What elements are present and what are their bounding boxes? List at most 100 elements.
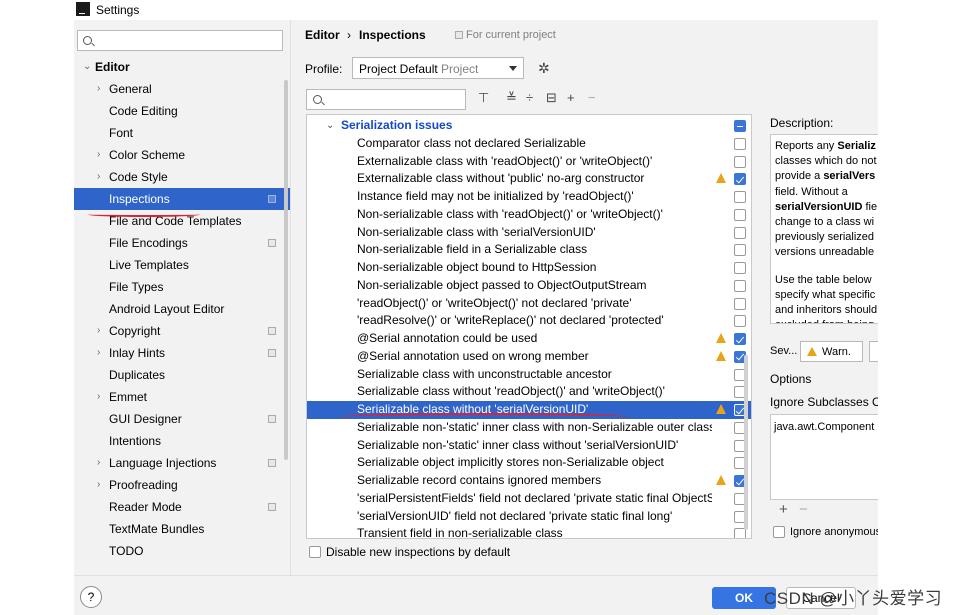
inspection-row[interactable]: 'serialPersistentFields' field not decla…	[307, 490, 751, 508]
chevron-right-icon[interactable]: ›	[97, 342, 100, 364]
sidebar-item-gui-designer[interactable]: GUI Designer	[74, 408, 290, 430]
inspection-row[interactable]: Non-serializable object bound to HttpSes…	[307, 259, 751, 277]
warning-icon	[716, 173, 726, 184]
warning-icon	[716, 333, 726, 343]
inspection-row[interactable]: Non-serializable object passed to Object…	[307, 277, 751, 295]
chevron-right-icon[interactable]: ›	[97, 474, 100, 496]
inspection-row[interactable]: @Serial annotation could be used	[307, 330, 751, 348]
inspection-row[interactable]: Non-serializable class with 'serialVersi…	[307, 224, 751, 242]
gear-icon[interactable]: ✲	[538, 60, 550, 77]
add-icon[interactable]: +	[567, 90, 575, 105]
inspection-checkbox[interactable]	[734, 244, 746, 257]
project-scope-icon	[268, 459, 276, 467]
remove-icon[interactable]: −	[588, 90, 596, 105]
inspection-row[interactable]: Non-serializable class with 'readObject(…	[307, 206, 751, 224]
inspection-checkbox[interactable]	[734, 528, 746, 538]
sidebar-item-live-templates[interactable]: Live Templates	[74, 254, 290, 276]
chevron-right-icon[interactable]: ›	[97, 386, 100, 408]
inspection-row[interactable]: 'serialVersionUID' field not declared 'p…	[307, 508, 751, 526]
sidebar-item-inspections[interactable]: Inspections	[74, 188, 290, 210]
filter-icon[interactable]: ⊤	[478, 90, 489, 106]
inspection-row[interactable]: Serializable record contains ignored mem…	[307, 472, 751, 490]
sidebar-item-code-style[interactable]: › Code Style	[74, 166, 290, 188]
sidebar-scrollbar[interactable]	[284, 80, 288, 460]
breadcrumb-editor[interactable]: Editor	[305, 28, 340, 42]
inspection-row[interactable]: 'readResolve()' or 'writeReplace()' not …	[307, 312, 751, 330]
inspection-checkbox[interactable]	[734, 262, 746, 274]
add-class-icon[interactable]: +	[779, 501, 788, 518]
inspection-row[interactable]: 'readObject()' or 'writeObject()' not de…	[307, 295, 751, 313]
description-box: Reports any Serializ classes which do not…	[770, 134, 878, 324]
sidebar-item-general[interactable]: › General	[74, 78, 290, 100]
inspection-checkbox[interactable]	[734, 297, 746, 310]
inspection-row[interactable]: Instance field may not be initialized by…	[307, 188, 751, 206]
ignore-subclasses-list[interactable]: java.awt.Component	[770, 414, 878, 500]
inspection-row[interactable]: Serializable object implicitly stores no…	[307, 454, 751, 472]
collapse-all-icon[interactable]: ÷	[526, 90, 533, 105]
sidebar-item-proofreading[interactable]: › Proofreading	[74, 474, 290, 496]
inspection-checkbox[interactable]	[734, 191, 746, 203]
sidebar-item-intentions[interactable]: Intentions	[74, 430, 290, 452]
sidebar-item-todo[interactable]: TODO	[74, 540, 290, 562]
sidebar-item-language-injections[interactable]: › Language Injections	[74, 452, 290, 474]
inspection-row[interactable]: Comparator class not declared Serializab…	[307, 135, 751, 153]
highlighting-dropdown[interactable]	[869, 341, 878, 362]
breadcrumb-inspections: Inspections	[359, 28, 426, 42]
sidebar-item-copyright[interactable]: › Copyright	[74, 320, 290, 342]
inspection-checkbox[interactable]	[734, 208, 746, 221]
sidebar-item-code-editing[interactable]: Code Editing	[74, 100, 290, 122]
sidebar-item-file-types[interactable]: File Types	[74, 276, 290, 298]
inspection-checkbox[interactable]	[734, 333, 746, 345]
inspection-row[interactable]: Serializable non-'static' inner class wi…	[307, 437, 751, 455]
chevron-right-icon[interactable]: ›	[97, 144, 100, 166]
help-button[interactable]: ?	[80, 586, 102, 608]
sidebar-item-textmate-bundles[interactable]: TextMate Bundles	[74, 518, 290, 540]
sidebar-item-file-encodings[interactable]: File Encodings	[74, 232, 290, 254]
inspection-row[interactable]: Non-serializable field in a Serializable…	[307, 241, 751, 259]
sidebar-item-reader-mode[interactable]: Reader Mode	[74, 496, 290, 518]
reset-icon[interactable]: ⊟	[546, 90, 557, 106]
inspection-checkbox[interactable]	[734, 155, 746, 168]
group-row[interactable]: ⌄ Serialization issues	[307, 117, 751, 135]
sidebar-item-color-scheme[interactable]: › Color Scheme	[74, 144, 290, 166]
inspection-row[interactable]: @Serial annotation used on wrong member	[307, 348, 751, 366]
sidebar-item-editor[interactable]: ⌄ Editor	[74, 56, 290, 78]
list-item[interactable]: java.awt.Component	[774, 421, 878, 433]
breadcrumb-separator: ›	[347, 28, 351, 42]
group-checkbox[interactable]	[734, 120, 746, 132]
inspection-checkbox[interactable]	[734, 226, 746, 239]
sidebar-search-input[interactable]	[77, 30, 283, 51]
description-line: previously serialized	[775, 230, 878, 245]
list-scrollbar[interactable]	[744, 355, 748, 530]
inspections-search-input[interactable]	[306, 89, 466, 110]
sidebar-item-duplicates[interactable]: Duplicates	[74, 364, 290, 386]
sidebar-item-emmet[interactable]: › Emmet	[74, 386, 290, 408]
chevron-right-icon[interactable]: ›	[97, 166, 100, 188]
inspection-row[interactable]: Transient field in non-serializable clas…	[307, 525, 751, 538]
inspection-checkbox[interactable]	[734, 137, 746, 150]
sidebar-item-android-layout-editor[interactable]: Android Layout Editor	[74, 298, 290, 320]
chevron-down-icon[interactable]: ⌄	[326, 117, 334, 135]
description-text: fie	[862, 200, 878, 213]
inspection-row[interactable]: Serializable class without 'readObject()…	[307, 383, 751, 401]
inspection-row[interactable]: Serializable non-'static' inner class wi…	[307, 419, 751, 437]
profile-dropdown[interactable]: Project Default Project	[352, 57, 524, 79]
chevron-right-icon[interactable]: ›	[97, 78, 100, 100]
profile-tag: Project	[441, 62, 479, 76]
chevron-right-icon[interactable]: ›	[97, 452, 100, 474]
inspection-checkbox[interactable]	[734, 315, 746, 328]
inspection-row[interactable]: Externalizable class with 'readObject()'…	[307, 153, 751, 171]
ignore-anonymous-checkbox[interactable]	[773, 526, 785, 538]
chevron-down-icon[interactable]: ⌄	[83, 56, 91, 78]
inspection-checkbox[interactable]	[734, 279, 746, 292]
sidebar-item-inlay-hints[interactable]: › Inlay Hints	[74, 342, 290, 364]
inspection-row[interactable]: Serializable class with unconstructable …	[307, 366, 751, 384]
disable-new-checkbox[interactable]	[309, 546, 321, 558]
sidebar-item-font[interactable]: Font	[74, 122, 290, 144]
expand-all-icon[interactable]: ≚	[506, 90, 517, 106]
remove-class-icon[interactable]: −	[799, 501, 808, 518]
inspection-checkbox[interactable]	[734, 173, 746, 186]
severity-dropdown[interactable]: Warn.	[800, 341, 863, 362]
inspection-row[interactable]: Externalizable class without 'public' no…	[307, 170, 751, 188]
chevron-right-icon[interactable]: ›	[97, 320, 100, 342]
